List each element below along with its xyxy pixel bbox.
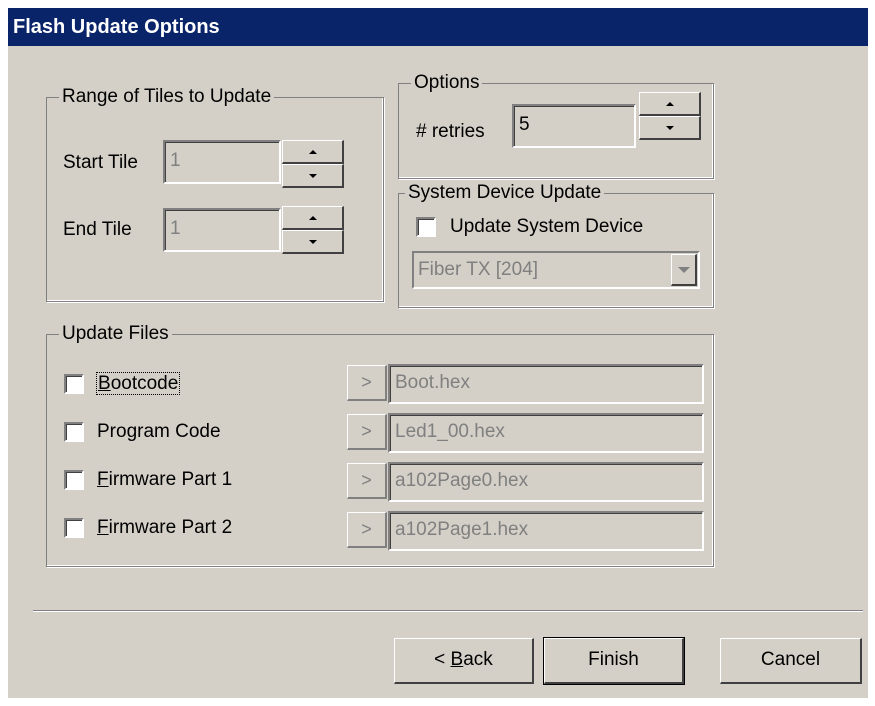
bootcode-browse-button[interactable]: > [347,365,387,401]
end-tile-input[interactable]: 1 [163,208,281,252]
end-tile-label: End Tile [63,219,132,240]
firmware-part-2-label: Firmware Part 2 [97,517,233,538]
firmware-part-2-file-input[interactable]: a102Page1.hex [388,511,704,551]
end-tile-down-button[interactable] [282,230,344,254]
arrow-up-icon [665,101,674,106]
program-code-browse-button[interactable]: > [347,414,387,450]
back-button[interactable]: < Back [394,638,534,684]
start-tile-spinner [282,140,344,188]
system-device-update-legend: System Device Update [405,182,605,204]
arrow-up-icon [308,215,317,220]
arrow-down-icon [308,239,317,244]
start-tile-down-button[interactable] [282,164,344,188]
start-tile-up-button[interactable] [282,140,344,164]
separator [33,610,863,612]
options-legend: Options [411,72,483,94]
end-tile-spinner [282,206,344,254]
end-tile-up-button[interactable] [282,206,344,230]
arrow-down-icon [665,125,674,130]
finish-label: Finish [588,649,639,670]
bootcode-file-input[interactable]: Boot.hex [388,364,704,404]
range-of-tiles-group: Range of Tiles to Update [46,86,384,302]
firmware-part-1-file-input[interactable]: a102Page0.hex [388,462,704,502]
firmware-part-2-checkbox[interactable] [64,518,84,538]
range-of-tiles-legend: Range of Tiles to Update [59,86,275,108]
firmware-part-1-label: Firmware Part 1 [97,469,233,490]
window-title: Flash Update Options [13,16,220,38]
cancel-button[interactable]: Cancel [720,638,862,684]
retries-input[interactable]: 5 [512,104,636,148]
update-system-device-label: Update System Device [450,216,644,237]
retries-spinner [639,92,701,140]
system-device-select-value: Fiber TX [204] [418,259,539,280]
firmware-part-1-browse-button[interactable]: > [347,463,387,499]
bootcode-label: Bootcode [96,372,181,395]
finish-button[interactable]: Finish [543,637,685,685]
arrow-down-icon [308,173,317,178]
flash-update-options-dialog: Flash Update Options Range of Tiles to U… [8,8,868,698]
update-files-legend: Update Files [59,323,172,345]
update-system-device-checkbox[interactable] [416,217,436,237]
arrow-up-icon [308,149,317,154]
title-bar: Flash Update Options [8,8,868,46]
program-code-checkbox[interactable] [64,422,84,442]
retries-up-button[interactable] [639,92,701,116]
start-tile-input[interactable]: 1 [163,140,281,184]
firmware-part-1-checkbox[interactable] [64,470,84,490]
cancel-label: Cancel [760,649,821,670]
program-code-label: Program Code [97,421,221,442]
retries-label: # retries [416,121,485,142]
bootcode-checkbox[interactable] [64,374,84,394]
start-tile-label: Start Tile [63,152,138,173]
system-device-select[interactable]: Fiber TX [204] [412,251,700,289]
chevron-down-icon [677,266,690,273]
retries-down-button[interactable] [639,116,701,140]
firmware-part-2-browse-button[interactable]: > [347,512,387,548]
system-device-dropdown-button[interactable] [671,254,697,286]
program-code-file-input[interactable]: Led1_00.hex [388,413,704,453]
